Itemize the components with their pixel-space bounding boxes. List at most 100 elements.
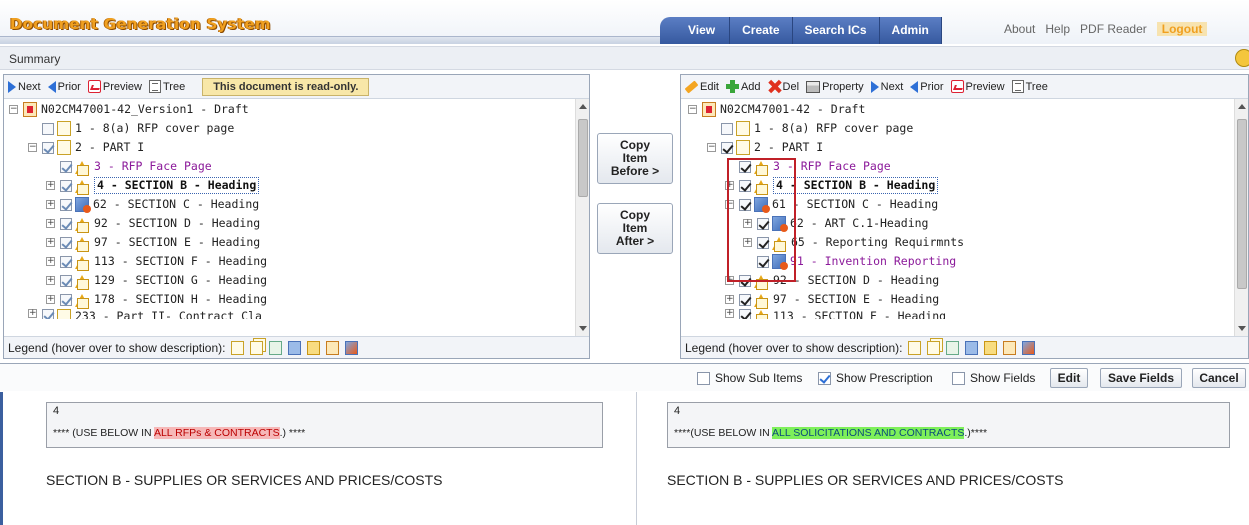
tree-row[interactable]: +4 - SECTION B - Heading (725, 176, 939, 195)
expand-icon[interactable]: + (46, 181, 55, 190)
tree-row[interactable]: +97 - SECTION E - Heading (46, 233, 260, 252)
tree-row[interactable]: − 61 - SECTION C - Heading (725, 195, 938, 214)
show-prescription-option[interactable]: Show Prescription (818, 371, 933, 385)
legend-edit-icon[interactable] (288, 340, 302, 355)
checkbox[interactable] (42, 141, 54, 154)
legend-page-icon[interactable] (231, 340, 245, 355)
edit-button[interactable]: Edit (684, 80, 722, 93)
expand-icon[interactable]: + (743, 238, 752, 247)
checkbox[interactable] (739, 160, 751, 173)
checkbox[interactable] (721, 141, 733, 154)
tree-button[interactable]: Tree (1011, 80, 1051, 93)
tree-row[interactable]: 91 - Invention Reporting (757, 252, 956, 271)
checkbox[interactable] (60, 198, 72, 211)
checkbox[interactable] (60, 217, 72, 230)
legend-document-icon[interactable] (1003, 340, 1017, 355)
tree-row[interactable]: 1 - 8(a) RFP cover page (42, 119, 234, 138)
tree-row[interactable]: +233 - Part II- Contract Cla (28, 309, 262, 319)
expand-icon[interactable]: + (46, 295, 55, 304)
help-link[interactable]: Help (1045, 22, 1070, 36)
legend-save-icon[interactable] (946, 340, 960, 355)
tree-row[interactable]: +92 - SECTION D - Heading (725, 271, 939, 290)
legend-edit-alert-icon[interactable] (345, 340, 359, 355)
expand-icon[interactable]: + (46, 276, 55, 285)
prior-button[interactable]: Prior (910, 80, 946, 93)
left-tree-scrollbar[interactable] (575, 99, 589, 336)
pdf-reader-link[interactable]: PDF Reader (1080, 22, 1147, 36)
checkbox[interactable] (60, 179, 72, 192)
tree-row[interactable]: +62 - SECTION C - Heading (46, 195, 259, 214)
add-button[interactable]: Add (725, 80, 764, 93)
checkbox[interactable] (739, 274, 751, 287)
legend-copy-icon[interactable] (250, 340, 264, 355)
nav-tab-create[interactable]: Create (730, 17, 793, 44)
expand-icon[interactable]: + (28, 309, 37, 318)
collapse-icon[interactable]: − (688, 105, 697, 114)
show-fields-option[interactable]: Show Fields (952, 371, 1035, 385)
edit-fields-button[interactable]: Edit (1050, 368, 1088, 388)
collapse-icon[interactable]: − (9, 105, 18, 114)
legend-save-icon[interactable] (269, 340, 283, 355)
scroll-down-icon[interactable] (579, 326, 587, 331)
checkbox[interactable] (60, 236, 72, 249)
expand-icon[interactable]: + (46, 219, 55, 228)
copy-item-after-button[interactable]: Copy Item After > (597, 203, 673, 254)
tree-row[interactable]: +92 - SECTION D - Heading (46, 214, 260, 233)
delete-button[interactable]: Del (768, 80, 803, 93)
tree-row[interactable]: − 2 - PART I (707, 138, 823, 157)
legend-edit-alert-icon[interactable] (1022, 340, 1036, 355)
checkbox[interactable] (739, 179, 751, 192)
tree-row[interactable]: +129 - SECTION G - Heading (46, 271, 267, 290)
legend-copy-icon[interactable] (927, 340, 941, 355)
legend-edit-icon[interactable] (965, 340, 979, 355)
preview-button[interactable]: Preview (87, 80, 145, 93)
tree-row[interactable]: 1 - 8(a) RFP cover page (721, 119, 913, 138)
show-prescription-checkbox[interactable] (818, 371, 831, 385)
expand-icon[interactable]: + (46, 257, 55, 266)
scroll-thumb[interactable] (1237, 119, 1247, 289)
expand-icon[interactable]: + (46, 238, 55, 247)
next-button[interactable]: Next (870, 80, 907, 93)
checkbox[interactable] (757, 236, 769, 249)
nav-tab-admin[interactable]: Admin (879, 17, 942, 44)
right-tree-scrollbar[interactable] (1234, 99, 1248, 336)
tree-row[interactable]: +113 - SECTION F - Heading (725, 309, 946, 319)
expand-icon[interactable]: + (725, 181, 734, 190)
prior-button[interactable]: Prior (47, 80, 84, 93)
checkbox[interactable] (60, 274, 72, 287)
tree-row[interactable]: +4 - SECTION B - Heading (46, 176, 260, 195)
about-link[interactable]: About (1004, 22, 1035, 36)
nav-tab-search-ics[interactable]: Search ICs (792, 17, 880, 44)
checkbox[interactable] (739, 309, 751, 319)
checkbox[interactable] (757, 255, 769, 268)
preview-button[interactable]: Preview (950, 80, 1008, 93)
expand-icon[interactable]: + (725, 309, 734, 318)
collapse-icon[interactable]: − (28, 143, 37, 152)
tree-row[interactable]: +178 - SECTION H - Heading (46, 290, 267, 309)
collapse-icon[interactable]: − (707, 143, 716, 152)
tree-row[interactable]: +62 - ART C.1-Heading (743, 214, 928, 233)
scroll-thumb[interactable] (578, 119, 588, 197)
tree-row[interactable]: 3 - RFP Face Page (60, 157, 212, 176)
next-button[interactable]: Next (8, 80, 44, 93)
collapse-icon[interactable]: − (725, 200, 734, 209)
tree-button[interactable]: Tree (148, 80, 188, 93)
copy-item-before-button[interactable]: Copy Item Before > (597, 133, 673, 184)
checkbox[interactable] (60, 255, 72, 268)
nav-tab-view[interactable]: View (660, 17, 731, 44)
legend-page-icon[interactable] (908, 340, 922, 355)
scroll-up-icon[interactable] (1238, 104, 1246, 109)
expand-icon[interactable]: + (725, 295, 734, 304)
tree-row[interactable]: − N02CM47001-42_Version1 - Draft (9, 100, 249, 119)
cancel-button[interactable]: Cancel (1192, 368, 1246, 388)
checkbox[interactable] (739, 198, 751, 211)
show-fields-checkbox[interactable] (952, 371, 965, 385)
expand-icon[interactable]: + (46, 200, 55, 209)
tree-row[interactable]: − 2 - PART I (28, 138, 144, 157)
checkbox[interactable] (60, 160, 72, 173)
show-sub-items-option[interactable]: Show Sub Items (697, 371, 802, 385)
checkbox[interactable] (42, 309, 54, 319)
checkbox[interactable] (757, 217, 769, 230)
legend-warning-icon[interactable] (307, 340, 321, 355)
tree-row[interactable]: +113 - SECTION F - Heading (46, 252, 267, 271)
